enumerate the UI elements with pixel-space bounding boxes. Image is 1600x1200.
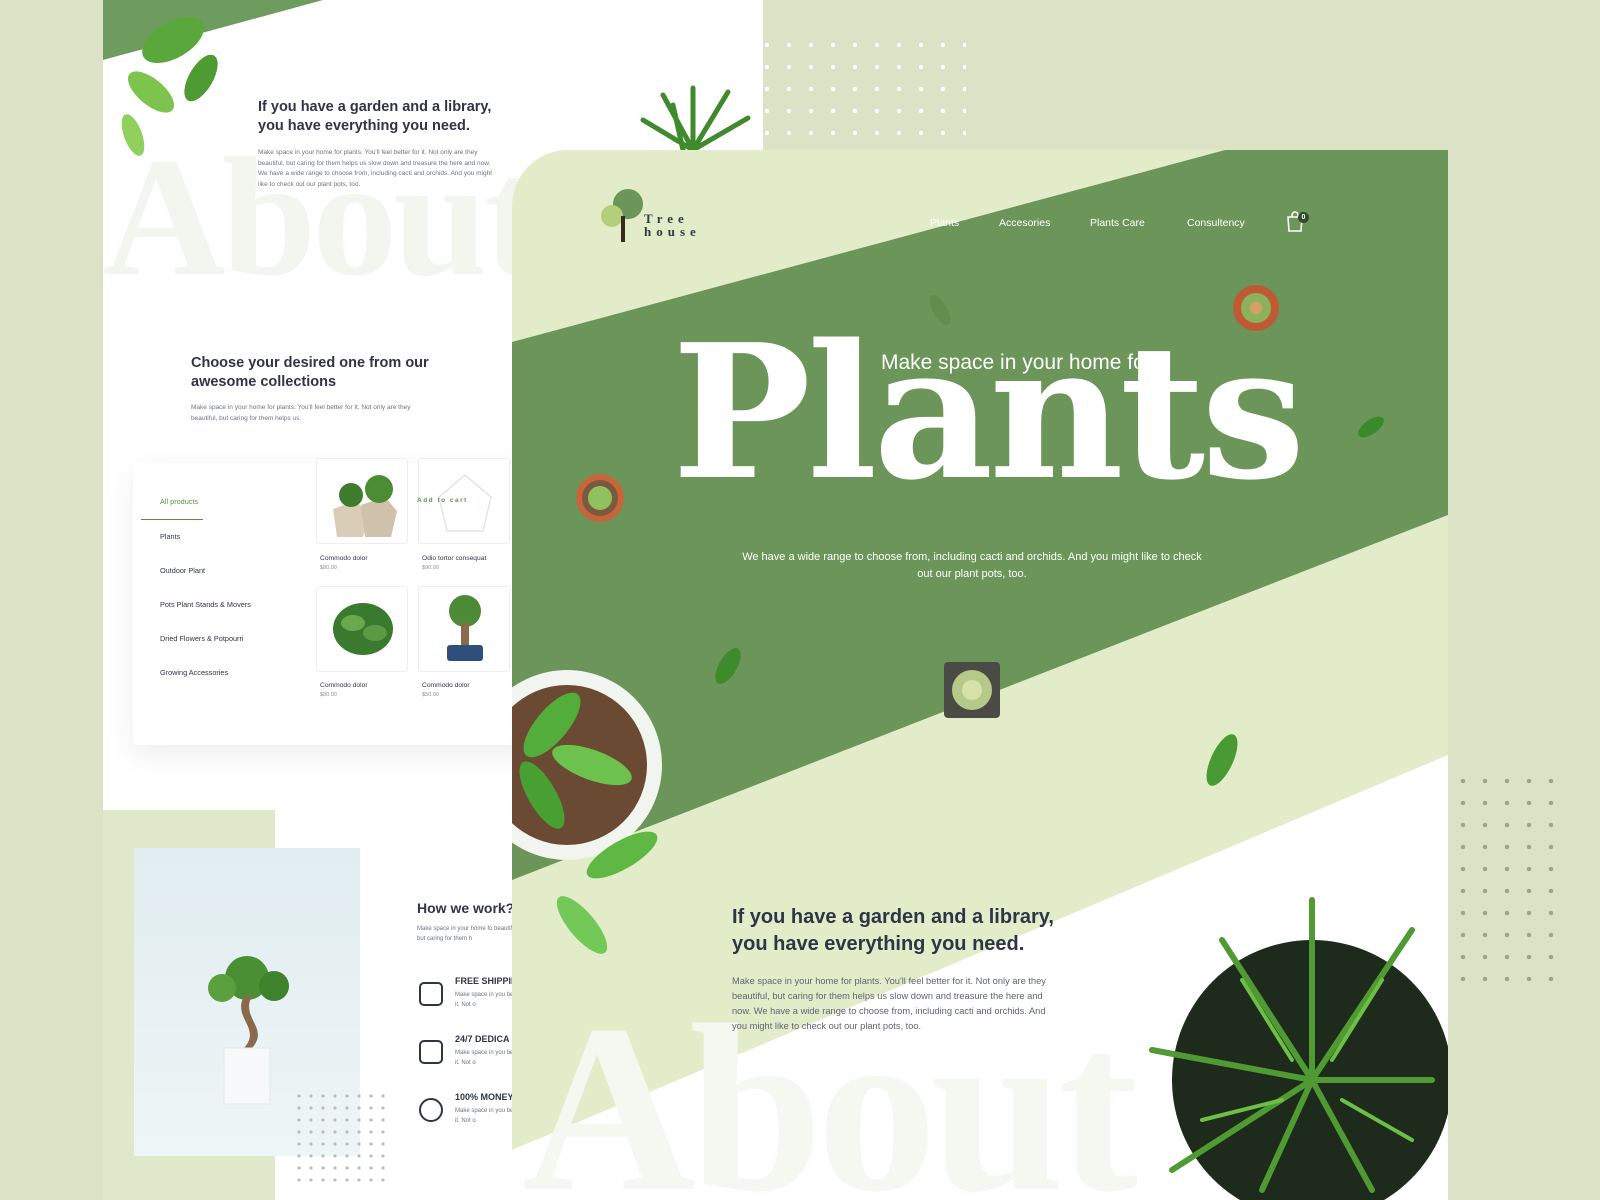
category-outdoor-plant[interactable]: Outdoor Plant	[160, 566, 205, 575]
dot-pattern	[1452, 770, 1564, 992]
hero-title: Plants	[672, 303, 1305, 521]
active-category-underline	[141, 519, 203, 520]
support-icon	[419, 1040, 443, 1064]
category-pots-plant-stands[interactable]: Pots Plant Stands & Movers	[160, 600, 251, 609]
rosemary-plant-image	[1149, 897, 1448, 1200]
collections-heading: Choose your desired one from our awesome…	[191, 355, 429, 390]
hero-text: We have a wide range to choose from, inc…	[742, 551, 1202, 580]
product-card[interactable]	[316, 586, 408, 672]
logo-text[interactable]: Tree house	[644, 212, 701, 238]
product-image	[333, 475, 397, 537]
feature-title: FREE SHIPPIN	[455, 976, 518, 986]
category-dried-flowers[interactable]: Dried Flowers & Potpourri	[160, 634, 244, 643]
nav-accesories[interactable]: Accesories	[999, 217, 1050, 229]
leaf-image	[1206, 734, 1238, 786]
about-heading: If you have a garden and a library, you …	[258, 99, 492, 134]
category-all-products[interactable]: All products	[160, 497, 198, 506]
product-price: $50.00	[422, 692, 439, 698]
collections-text: Make space in your home for plants. You'…	[191, 404, 411, 422]
dot-pattern	[293, 1090, 391, 1188]
add-to-cart-button[interactable]: Add to cart	[417, 497, 468, 504]
product-name: Commodo dolor	[320, 682, 368, 689]
about-heading: If you have a garden and a library, you …	[732, 906, 1054, 955]
small-pot-plant-image	[576, 474, 624, 522]
product-price: $90.00	[422, 565, 439, 571]
product-name: Commodo dolor	[320, 555, 368, 562]
product-card[interactable]	[316, 458, 408, 544]
feature-title: 100% MONEY	[455, 1092, 514, 1102]
category-growing-accessories[interactable]: Growing Accessories	[160, 668, 228, 677]
product-card[interactable]	[418, 586, 510, 672]
main-page: About Tree house Plants Accesories Plant…	[512, 150, 1448, 1200]
category-plants[interactable]: Plants	[160, 532, 180, 541]
product-name: Commodo dolor	[422, 682, 470, 689]
about-text: Make space in your home for plants. You'…	[258, 149, 493, 188]
about-text: Make space in your home for plants. You'…	[732, 976, 1046, 1031]
hero-subtitle: Make space in your home for	[881, 351, 1152, 374]
plant-leaves-image	[121, 16, 218, 156]
product-image	[447, 595, 483, 661]
nav-plants-care[interactable]: Plants Care	[1090, 217, 1145, 229]
succulent-pot-image	[944, 662, 1000, 718]
how-we-work-title: How we work?	[417, 900, 515, 916]
nav-plants[interactable]: Plants	[930, 217, 959, 229]
product-price: $80.00	[320, 565, 337, 571]
dot-pattern	[756, 34, 966, 156]
tree-logo-icon	[601, 189, 643, 242]
leaf-image	[929, 294, 951, 326]
product-name: Odio tortor consequat	[422, 555, 487, 562]
product-price: $80.00	[320, 692, 337, 698]
leaf-image	[1358, 416, 1384, 438]
cart-count-badge: 0	[1298, 212, 1309, 223]
feature-title: 24/7 DEDICA	[455, 1034, 510, 1044]
bonsai-image	[208, 956, 289, 1105]
money-icon	[419, 1098, 443, 1122]
potted-plant-image	[512, 670, 662, 954]
grass-plant-image	[640, 85, 751, 150]
truck-icon	[419, 982, 443, 1006]
cactus-pot-image	[1233, 285, 1279, 331]
product-image	[333, 603, 393, 655]
logo-line-2: house	[644, 224, 701, 239]
nav-consultency[interactable]: Consultency	[1187, 217, 1245, 229]
how-we-work-text: Make space in your home fo beautiful, bu…	[417, 926, 519, 942]
leaf-image	[715, 648, 741, 684]
